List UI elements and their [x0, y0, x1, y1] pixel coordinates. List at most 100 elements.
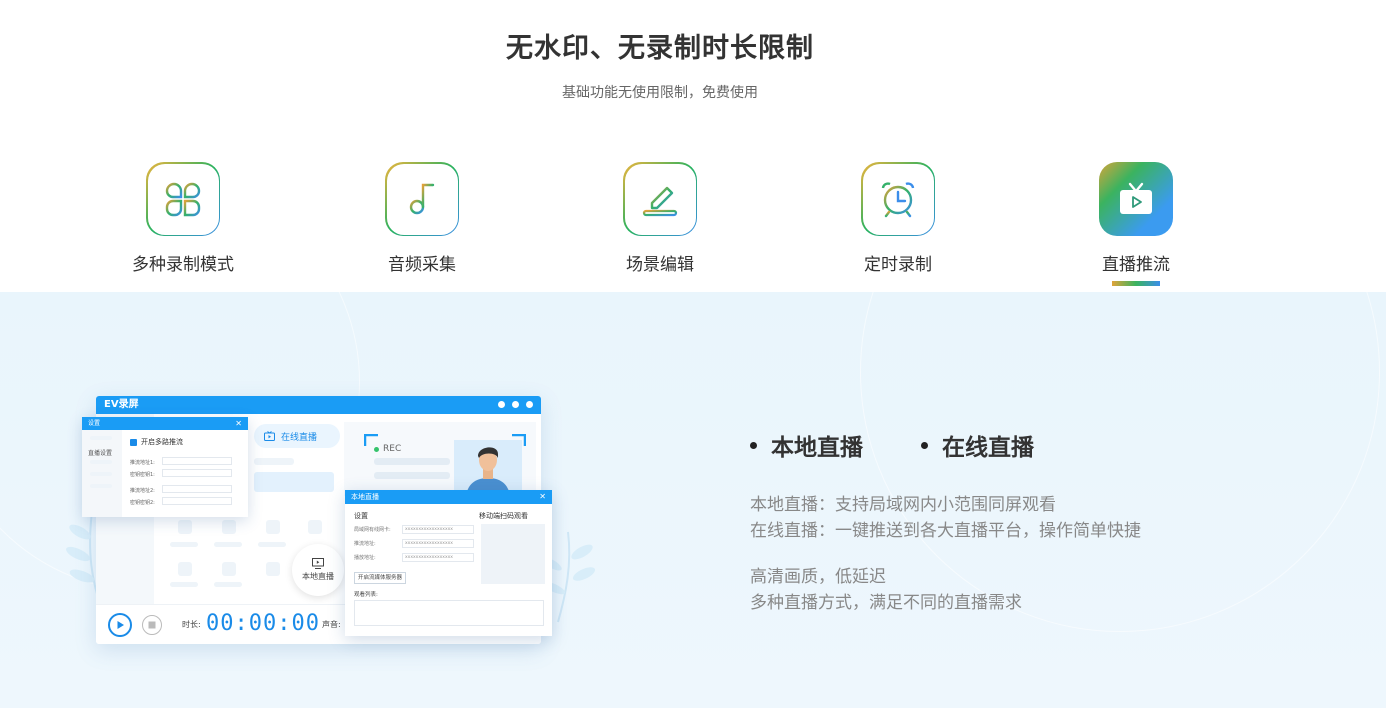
- placeholder-bar: [254, 472, 334, 492]
- feature-tab-record-modes[interactable]: 多种录制模式: [93, 162, 273, 275]
- field-label: 推流地址:: [354, 541, 376, 547]
- feature-label: 多种录制模式: [132, 255, 234, 275]
- dialog-sidebar: [82, 430, 122, 517]
- field-label: 密钥密钥2:: [130, 500, 155, 506]
- placeholder-tile: [266, 520, 280, 534]
- pencil-edit-icon: [642, 186, 678, 217]
- alarm-clock-icon: [881, 182, 915, 218]
- placeholder-bar: [90, 460, 112, 464]
- feature-label: 场景编辑: [626, 255, 694, 275]
- decorative-circle: [860, 292, 1380, 632]
- feature-tab-live-stream[interactable]: 直播推流: [1046, 162, 1226, 286]
- checkbox-label: 开启多路推流: [141, 438, 183, 446]
- placeholder-bar: [90, 436, 112, 440]
- local-live-label: 本地直播: [302, 572, 334, 581]
- feature-bullets: 本地直播 在线直播: [750, 428, 1034, 462]
- bullet-online-live: 在线直播: [921, 428, 1034, 462]
- viewers-list: [354, 600, 544, 626]
- grid-modes-icon: [165, 182, 201, 217]
- music-note-icon: [409, 183, 435, 215]
- close-icon[interactable]: ✕: [539, 490, 546, 504]
- person-illustration-icon: [466, 447, 510, 496]
- field-label: 推流地址2:: [130, 488, 155, 494]
- feature-tab-scene-edit[interactable]: 场景编辑: [570, 162, 750, 275]
- placeholder-bar: [170, 582, 198, 587]
- rec-label: REC: [383, 444, 402, 454]
- placeholder-bar: [258, 542, 286, 547]
- play-url-input[interactable]: xxxxxxxxxxxxxxxxxx: [402, 553, 474, 562]
- viewers-label: 观看列表:: [354, 592, 378, 598]
- close-button[interactable]: [526, 401, 533, 408]
- stop-button[interactable]: [142, 615, 162, 635]
- field-label: 播放地址:: [354, 555, 376, 561]
- placeholder-bar: [254, 458, 294, 465]
- window-controls: [498, 401, 533, 408]
- sidebar-item-live-settings[interactable]: 直播设置: [88, 448, 112, 457]
- tab-online-live[interactable]: 在线直播: [254, 424, 340, 448]
- qr-code: [481, 524, 545, 584]
- description-line: 多种直播方式，满足不同的直播需求: [750, 593, 1022, 613]
- recording-preview: REC: [344, 422, 536, 496]
- play-icon: [117, 621, 124, 629]
- placeholder-tile: [308, 520, 322, 534]
- maximize-button[interactable]: [512, 401, 519, 408]
- description-line: 本地直播：支持局域网内小范围同屏观看: [750, 495, 1056, 515]
- rec-indicator: REC: [374, 444, 401, 454]
- monitor-icon: [312, 558, 324, 569]
- multi-stream-checkbox[interactable]: 开启多路推流: [130, 437, 183, 447]
- active-tab-indicator: [1112, 281, 1160, 286]
- close-icon[interactable]: ✕: [235, 417, 242, 430]
- placeholder-tile: [178, 562, 192, 576]
- field-label: 密钥密钥1:: [130, 472, 155, 478]
- tab-label: 在线直播: [281, 432, 318, 443]
- feature-label: 直播推流: [1102, 255, 1170, 275]
- placeholder-tile: [222, 520, 236, 534]
- stream-url-1-input[interactable]: [162, 457, 232, 465]
- stop-icon: [148, 621, 156, 629]
- volume-label: 声音:: [322, 620, 341, 629]
- feature-tab-scheduled[interactable]: 定时录制: [808, 162, 988, 275]
- dialog-header: 本地直播 ✕: [345, 490, 552, 504]
- stream-key-1-input[interactable]: [162, 469, 232, 477]
- feature-tabs: 多种录制模式 音频采集 场景编辑 定时录制 直播推流: [0, 162, 1386, 292]
- presenter-avatar: [454, 440, 522, 496]
- settings-dialog: 设置 ✕ 直播设置 开启多路推流 推流地址1: 密钥密钥1: 推流地址2: 密钥密…: [82, 417, 248, 517]
- checkbox-icon: [130, 438, 137, 446]
- placeholder-bar: [170, 542, 198, 547]
- placeholder-bar: [90, 484, 112, 488]
- lan-card-select[interactable]: xxxxxxxxxxxxxxxxxx: [402, 525, 474, 534]
- local-live-dialog: 本地直播 ✕ 设置 移动端扫码观看 局域网有线网卡: xxxxxxxxxxxxxx…: [345, 490, 552, 636]
- page-title: 无水印、无录制时长限制: [506, 33, 814, 64]
- minimize-button[interactable]: [498, 401, 505, 408]
- duration-label: 时长:: [182, 620, 201, 629]
- feature-tab-audio[interactable]: 音频采集: [332, 162, 512, 275]
- feature-detail-section: EV录屏 在线直播 REC 本地直播 时长: 00:00:00 声音: 设置 ✕…: [0, 292, 1386, 708]
- feature-label: 音频采集: [388, 255, 456, 275]
- play-button[interactable]: [108, 613, 132, 637]
- placeholder-bar: [374, 458, 450, 465]
- local-live-button[interactable]: 本地直播: [292, 544, 344, 596]
- placeholder-tile: [222, 562, 236, 576]
- app-title: EV录屏: [104, 399, 139, 410]
- dialog-title: 本地直播: [351, 493, 379, 501]
- stream-key-2-input[interactable]: [162, 497, 232, 505]
- placeholder-bar: [374, 472, 450, 479]
- stream-url-2-input[interactable]: [162, 485, 232, 493]
- dialog-title: 设置: [88, 420, 101, 427]
- push-url-input[interactable]: xxxxxxxxxxxxxxxxxx: [402, 539, 474, 548]
- description-line: 在线直播：一键推送到各大直播平台，操作简单快捷: [750, 521, 1141, 541]
- recording-timer: 00:00:00: [206, 611, 320, 636]
- tv-icon: [264, 431, 275, 441]
- description-line: 高清画质，低延迟: [750, 567, 886, 587]
- feature-label: 定时录制: [864, 255, 932, 275]
- dialog-header: 设置 ✕: [82, 417, 248, 430]
- placeholder-bar: [90, 472, 112, 476]
- page-subtitle: 基础功能无使用限制，免费使用: [562, 85, 758, 101]
- tv-live-icon: [1120, 182, 1152, 214]
- placeholder-bar: [214, 582, 242, 587]
- start-media-server-button[interactable]: 开启流媒体服务器: [354, 572, 407, 584]
- field-label: 局域网有线网卡:: [354, 527, 391, 533]
- placeholder-tile: [178, 520, 192, 534]
- qr-label: 移动端扫码观看: [479, 512, 528, 520]
- section-title: 设置: [354, 512, 368, 520]
